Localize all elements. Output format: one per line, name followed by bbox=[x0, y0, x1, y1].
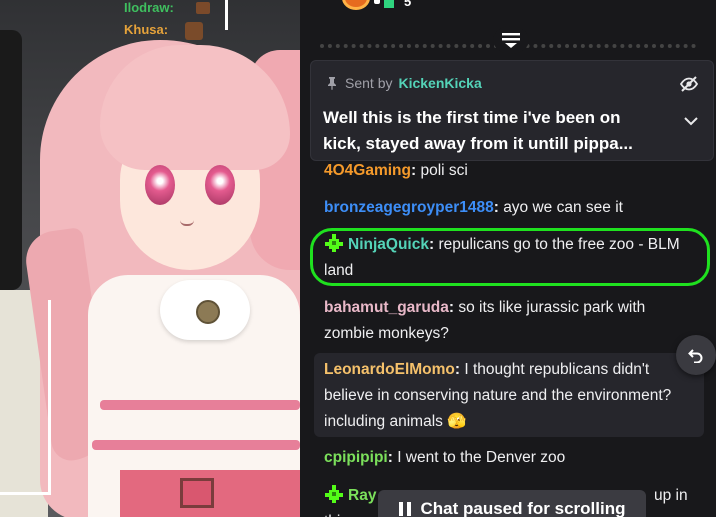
chat-username[interactable]: Ray bbox=[348, 487, 376, 504]
chat-username[interactable]: bronzeagegroyper1488 bbox=[324, 199, 494, 216]
return-arrow-icon bbox=[688, 349, 703, 363]
stream-video[interactable]: Ilodraw: Khusa: bbox=[0, 0, 300, 517]
chat-username[interactable]: LeonardoElMomo bbox=[324, 361, 455, 378]
menu-icon bbox=[502, 33, 520, 48]
level-icon bbox=[384, 0, 394, 8]
chat-paused-banner[interactable]: Chat paused for scrolling bbox=[378, 490, 646, 517]
chat-menu-toggle[interactable] bbox=[493, 26, 529, 54]
vtuber-eye-left bbox=[145, 165, 175, 205]
chat-message[interactable]: cpipipipi: I went to the Denver zoo bbox=[324, 445, 694, 471]
pinned-header: Sent by KickenKicka bbox=[325, 75, 482, 91]
chat-username[interactable]: cpipipipi bbox=[324, 449, 388, 466]
vtuber-strap bbox=[92, 440, 300, 450]
gift-ribbon-icon bbox=[374, 0, 380, 4]
overlay-frame-line bbox=[48, 300, 51, 495]
background-panel bbox=[0, 30, 22, 290]
vtuber-eye-right bbox=[205, 165, 235, 205]
chat-message[interactable]: bahamut_garuda: so its like jurassic par… bbox=[324, 295, 694, 347]
gift-icon[interactable] bbox=[342, 0, 370, 10]
overlay-avatar bbox=[196, 2, 210, 14]
pinned-sent-by-label: Sent by bbox=[345, 75, 393, 91]
chat-username[interactable]: bahamut_garuda bbox=[324, 299, 449, 316]
subscriber-badge-icon bbox=[325, 234, 343, 252]
hide-eye-icon[interactable] bbox=[679, 75, 699, 93]
chat-message[interactable]: bronzeagegroyper1488: ayo we can see it bbox=[324, 195, 694, 221]
chat-text: ayo we can see it bbox=[503, 199, 623, 216]
overlay-frame-line bbox=[225, 0, 228, 30]
vtuber-hair-clip bbox=[185, 22, 203, 40]
chat-message[interactable]: LeonardoElMomo: I thought republicans di… bbox=[324, 357, 694, 435]
chat-text-partial: up in bbox=[654, 487, 688, 504]
vtuber-buckle bbox=[180, 478, 214, 508]
pinned-text: Well this is the first time i've been on… bbox=[323, 108, 633, 153]
chat-text: poli sci bbox=[420, 162, 468, 179]
chat-message[interactable]: NinjaQuick: repulicans go to the free zo… bbox=[324, 232, 694, 284]
overlay-chat-user: Khusa: bbox=[124, 22, 169, 37]
vtuber-brooch bbox=[196, 300, 220, 324]
chat-message[interactable]: 4O4Gaming: poli sci bbox=[324, 158, 694, 184]
pin-icon bbox=[328, 77, 336, 90]
chat-username[interactable]: 4O4Gaming bbox=[324, 162, 411, 179]
pause-icon bbox=[398, 502, 411, 516]
pinned-sender[interactable]: KickenKicka bbox=[398, 75, 481, 91]
chevron-down-icon[interactable] bbox=[683, 116, 699, 126]
overlay-frame-line bbox=[0, 492, 50, 495]
chat-text: I went to the Denver zoo bbox=[397, 449, 566, 466]
chat-username[interactable]: NinjaQuick bbox=[348, 236, 429, 253]
subscriber-badge-icon bbox=[325, 485, 343, 503]
vtuber-strap bbox=[100, 400, 300, 410]
scroll-to-bottom-button[interactable] bbox=[676, 335, 716, 375]
chat-paused-label: Chat paused for scrolling bbox=[420, 499, 626, 517]
gift-count: 5 bbox=[404, 0, 412, 9]
pinned-message[interactable]: Sent by KickenKicka Well this is the fir… bbox=[310, 60, 714, 161]
chat-panel: 5 Sent by KickenKicka Well this is the f… bbox=[300, 0, 716, 517]
overlay-chat-user: Ilodraw: bbox=[124, 0, 174, 15]
